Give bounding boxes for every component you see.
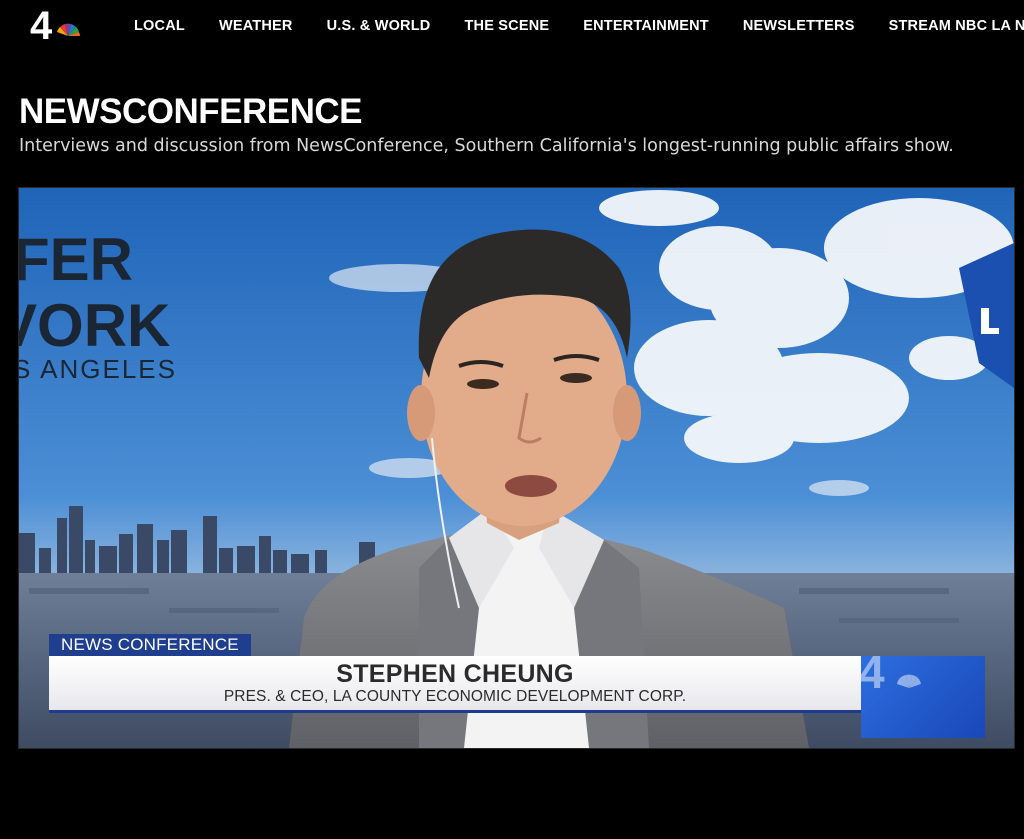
video-player[interactable]: FER VORK S ANGELES — [18, 187, 1015, 749]
station-bug: 4 — [859, 646, 985, 738]
backdrop-text-line1: FER — [19, 226, 133, 293]
nav-local[interactable]: LOCAL — [134, 18, 185, 34]
nav-us-world[interactable]: U.S. & WORLD — [327, 18, 431, 34]
nav-newsletters[interactable]: NEWSLETTERS — [743, 18, 855, 34]
nbc4-logo[interactable]: 4 — [30, 6, 86, 42]
page-subtitle: Interviews and discussion from NewsConfe… — [19, 136, 954, 156]
station-bug-logo-icon: 4 — [859, 646, 921, 694]
lower-third: STEPHEN CHEUNG PRES. & CEO, LA COUNTY EC… — [49, 656, 861, 713]
nbc4-logo-icon: 4 — [30, 6, 80, 42]
nav-stream-nbc-la-news[interactable]: STREAM NBC LA NEWS — [889, 18, 1024, 34]
interviewee-title: PRES. & CEO, LA COUNTY ECONOMIC DEVELOPM… — [223, 688, 687, 705]
backdrop-text-line3: S ANGELES — [19, 354, 177, 384]
page-title: NEWSCONFERENCE — [19, 92, 363, 131]
peacock-icon — [57, 23, 80, 36]
lower-third-tag: NEWS CONFERENCE — [49, 634, 251, 656]
nav-the-scene[interactable]: THE SCENE — [464, 18, 549, 34]
nav-entertainment[interactable]: ENTERTAINMENT — [583, 18, 709, 34]
interviewee-name: STEPHEN CHEUNG — [336, 660, 574, 688]
backdrop-text-line2: VORK — [19, 292, 170, 359]
main-nav: LOCAL WEATHER U.S. & WORLD THE SCENE ENT… — [134, 0, 1024, 52]
bug-logo-number: 4 — [859, 646, 885, 694]
logo-number: 4 — [30, 6, 53, 42]
top-navigation-bar: 4 LOCAL WEATHER U.S. & WORLD THE SCENE E… — [0, 0, 1024, 52]
nav-weather[interactable]: WEATHER — [219, 18, 293, 34]
